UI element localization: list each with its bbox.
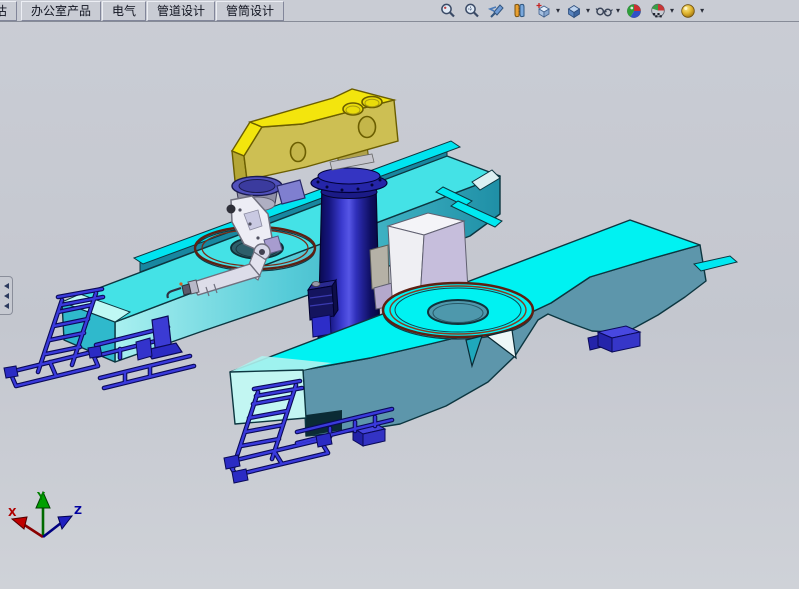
triad-x-label: X <box>8 506 17 519</box>
tab-evaluate-partial[interactable]: 评估 <box>0 0 21 21</box>
expander-arrow-icon <box>4 283 9 289</box>
hide-show-items-icon[interactable] <box>594 1 613 20</box>
previous-view-icon[interactable] <box>486 1 505 20</box>
triad-z-label: Z <box>74 504 82 517</box>
robot-boom[interactable] <box>232 89 398 181</box>
hide-show-items-dropdown[interactable]: ▾ <box>616 6 620 15</box>
feature-tree-expander[interactable] <box>0 276 13 315</box>
tab-label: 评估 <box>0 2 7 19</box>
tab-electrical[interactable]: 电气 <box>102 1 146 21</box>
view-settings-icon[interactable] <box>678 1 697 20</box>
display-style-icon[interactable] <box>564 1 583 20</box>
zoom-to-area-icon[interactable] <box>462 1 481 20</box>
apply-scene-icon[interactable] <box>648 1 667 20</box>
tab-piping-design[interactable]: 管道设计 <box>147 1 215 21</box>
orientation-triad: X Y Z <box>8 490 82 537</box>
edit-appearance-icon[interactable] <box>624 1 643 20</box>
section-view-icon[interactable] <box>510 1 529 20</box>
view-toolbar: ▾ ▾ ▾ ▾ ▾ <box>438 1 703 20</box>
tab-tubing-design[interactable]: 管筒设计 <box>216 1 284 21</box>
command-toolbar: 评估 办公室产品 电气 管道设计 管筒设计 ▾ <box>0 0 799 22</box>
expander-arrow-icon <box>4 293 9 299</box>
view-orientation-dropdown[interactable]: ▾ <box>556 6 560 15</box>
3d-viewport[interactable]: X Y Z <box>0 0 799 589</box>
view-settings-dropdown[interactable]: ▾ <box>700 6 704 15</box>
view-orientation-icon[interactable] <box>534 1 553 20</box>
tab-office-products[interactable]: 办公室产品 <box>21 1 101 21</box>
commandmanager-tabs: 评估 办公室产品 电气 管道设计 管筒设计 <box>0 0 285 21</box>
expander-arrow-icon <box>4 303 9 309</box>
zoom-to-fit-icon[interactable] <box>438 1 457 20</box>
application-window: 评估 办公室产品 电气 管道设计 管筒设计 ▾ <box>0 0 799 589</box>
triad-y-label: Y <box>36 490 46 503</box>
display-style-dropdown[interactable]: ▾ <box>586 6 590 15</box>
apply-scene-dropdown[interactable]: ▾ <box>670 6 674 15</box>
